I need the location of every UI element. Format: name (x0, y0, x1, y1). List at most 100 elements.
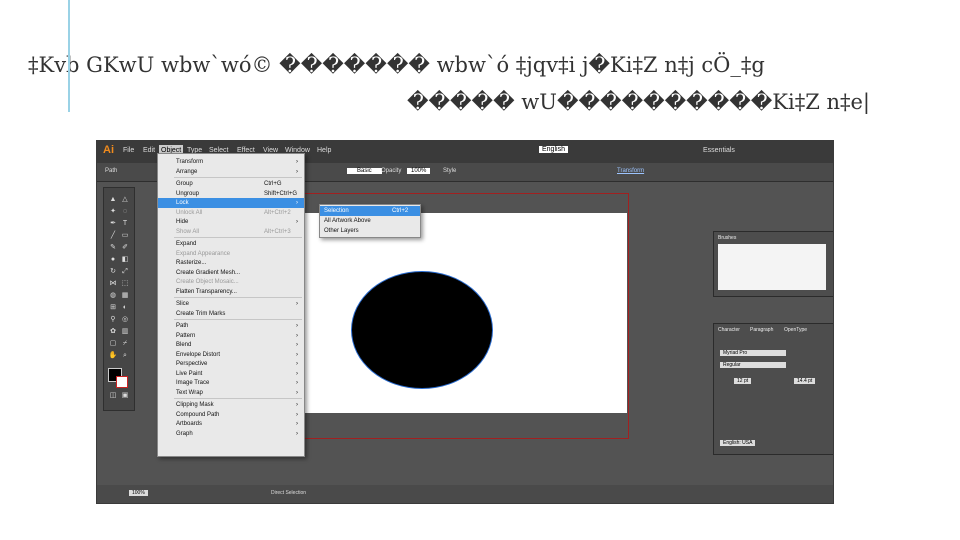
menu-item-label: Rasterize... (176, 260, 207, 266)
menu-help[interactable]: Help (317, 147, 331, 154)
font-size-field[interactable]: 12 pt (734, 378, 752, 384)
pencil-tool-icon[interactable]: ✐ (120, 244, 130, 252)
object-menu-item-lock[interactable]: Lock › (158, 198, 304, 208)
object-menu-item-group[interactable]: Group Ctrl+G (158, 179, 304, 189)
selection-tool-icon[interactable]: ▲ (108, 196, 118, 204)
object-menu-item-clipping-mask[interactable]: Clipping Mask › (158, 400, 304, 410)
tab-opentype[interactable]: OpenType (784, 327, 807, 333)
object-menu-item-transform[interactable]: Transform › (158, 157, 304, 167)
language-field[interactable]: English: USA (720, 440, 756, 446)
slide-accent-bar (68, 0, 70, 112)
object-menu-item-create-gradient-mesh[interactable]: Create Gradient Mesh... (158, 268, 304, 278)
brush-swatches[interactable] (718, 244, 826, 290)
menu-item-label: Expand (176, 241, 197, 247)
direct-selection-icon[interactable]: △ (120, 196, 130, 204)
menu-item-label: Group (176, 181, 193, 187)
tab-paragraph[interactable]: Paragraph (750, 327, 773, 333)
screen-mode-icon[interactable]: ▣ (120, 392, 130, 400)
object-menu-item-flatten-transparency[interactable]: Flatten Transparency... (158, 287, 304, 297)
illustrator-logo: Ai (103, 144, 114, 156)
tools-panel: ▲ △ ✦ ◌ ✒ T ╱ ▭ ✎ ✐ ● ◧ ↻ ⤢ ⋈ ⬚ ◍ ▦ ⊞ ◐ … (103, 187, 135, 411)
width-tool-icon[interactable]: ⋈ (108, 280, 118, 288)
object-menu-item-artboards[interactable]: Artboards › (158, 419, 304, 429)
eyedropper-icon[interactable]: ⚲ (108, 316, 118, 324)
status-bar: 100% Direct Selection (97, 485, 833, 503)
lasso-icon[interactable]: ◌ (120, 208, 130, 216)
opacity-label: Opacity (381, 168, 402, 174)
object-menu-item-text-wrap[interactable]: Text Wrap › (158, 388, 304, 398)
menu-item-label: Create Object Mosaic... (176, 279, 239, 285)
language-select[interactable]: English (539, 146, 568, 153)
object-menu-item-live-paint[interactable]: Live Paint › (158, 369, 304, 379)
scale-tool-icon[interactable]: ⤢ (120, 268, 130, 276)
object-menu-item-unlock-all[interactable]: Unlock All Alt+Ctrl+2 (158, 208, 304, 218)
object-menu-item-show-all[interactable]: Show All Alt+Ctrl+3 (158, 227, 304, 237)
free-transform-icon[interactable]: ⬚ (120, 280, 130, 288)
blend-tool-icon[interactable]: ◎ (120, 316, 130, 324)
leading-field[interactable]: 14.4 pt (794, 378, 816, 384)
opacity-field[interactable]: 100% (407, 168, 431, 174)
shape-builder-icon[interactable]: ◍ (108, 292, 118, 300)
menu-item-label: Slice (176, 301, 190, 307)
object-menu-item-pattern[interactable]: Pattern › (158, 331, 304, 341)
object-menu-item-expand-appearance[interactable]: Expand Appearance (158, 249, 304, 259)
font-family-field[interactable]: Myriad Pro (720, 350, 786, 356)
stroke-profile[interactable]: Basic (347, 168, 382, 174)
zoom-field[interactable]: 100% (129, 490, 148, 496)
object-menu-item-compound-path[interactable]: Compound Path › (158, 410, 304, 420)
lock-submenu-item-selection[interactable]: Selection Ctrl+2 (320, 206, 420, 216)
magic-wand-icon[interactable]: ✦ (108, 208, 118, 216)
menu-item-label: Other Layers (324, 228, 359, 234)
object-menu-item-envelope-distort[interactable]: Envelope Distort › (158, 350, 304, 360)
line-tool-icon[interactable]: ╱ (108, 232, 118, 240)
menu-separator (174, 398, 302, 399)
object-menu-item-image-trace[interactable]: Image Trace › (158, 378, 304, 388)
tab-character[interactable]: Character (718, 327, 740, 333)
lock-submenu-item-all-artwork-above[interactable]: All Artwork Above (320, 216, 420, 226)
submenu-arrow-icon: › (296, 159, 298, 165)
rotate-tool-icon[interactable]: ↻ (108, 268, 118, 276)
lock-submenu-item-other-layers[interactable]: Other Layers (320, 226, 420, 236)
black-ellipse-object[interactable] (351, 271, 493, 389)
stroke-swatch[interactable] (116, 376, 128, 388)
hand-tool-icon[interactable]: ✋ (108, 352, 118, 360)
menu-item-label: Blend (176, 342, 192, 348)
object-menu-item-hide[interactable]: Hide › (158, 217, 304, 227)
object-menu-item-blend[interactable]: Blend › (158, 340, 304, 350)
object-menu-item-expand[interactable]: Expand (158, 239, 304, 249)
object-menu-item-slice[interactable]: Slice › (158, 299, 304, 309)
graph-tool-icon[interactable]: ▥ (120, 328, 130, 336)
object-menu-item-perspective[interactable]: Perspective › (158, 359, 304, 369)
type-tool-icon[interactable]: T (120, 220, 130, 228)
symbol-sprayer-icon[interactable]: ✿ (108, 328, 118, 336)
zoom-tool-icon[interactable]: ⌕ (120, 352, 130, 360)
transform-link[interactable]: Transform (617, 168, 644, 174)
artboard-tool-icon[interactable]: ▢ (108, 340, 118, 348)
brush-tool-icon[interactable]: ✎ (108, 244, 118, 252)
object-menu-item-rasterize[interactable]: Rasterize... (158, 258, 304, 268)
blob-brush-icon[interactable]: ● (108, 256, 118, 264)
menu-edit[interactable]: Edit (143, 147, 155, 154)
object-menu-item-graph[interactable]: Graph › (158, 429, 304, 439)
slice-tool-icon[interactable]: ⌿ (120, 340, 130, 348)
submenu-arrow-icon: › (296, 370, 298, 377)
object-menu-item-create-object-mosaic[interactable]: Create Object Mosaic... (158, 277, 304, 287)
submenu-arrow-icon: › (296, 402, 298, 408)
mesh-tool-icon[interactable]: ⊞ (108, 304, 118, 312)
eraser-tool-icon[interactable]: ◧ (120, 256, 130, 264)
object-menu-item-create-trim-marks[interactable]: Create Trim Marks (158, 309, 304, 319)
gradient-tool-icon[interactable]: ◐ (120, 304, 130, 312)
workspace-switcher[interactable]: Essentials (703, 147, 735, 154)
font-style-field[interactable]: Regular (720, 362, 786, 368)
pen-tool-icon[interactable]: ✒ (108, 220, 118, 228)
perspective-grid-icon[interactable]: ▦ (120, 292, 130, 300)
menu-item-label: Show All (176, 228, 200, 235)
object-menu-dropdown: Transform › Arrange › Group Ctrl+G Ungroup Shif… (157, 153, 305, 457)
rectangle-tool-icon[interactable]: ▭ (120, 232, 130, 240)
object-menu-item-path[interactable]: Path › (158, 321, 304, 331)
object-menu-item-ungroup[interactable]: Ungroup Shift+Ctrl+G (158, 189, 304, 199)
object-menu-item-arrange[interactable]: Arrange › (158, 167, 304, 177)
menu-item-label: Text Wrap (176, 389, 203, 396)
draw-mode-icon[interactable]: ◫ (108, 392, 118, 400)
menu-file[interactable]: File (123, 147, 134, 154)
